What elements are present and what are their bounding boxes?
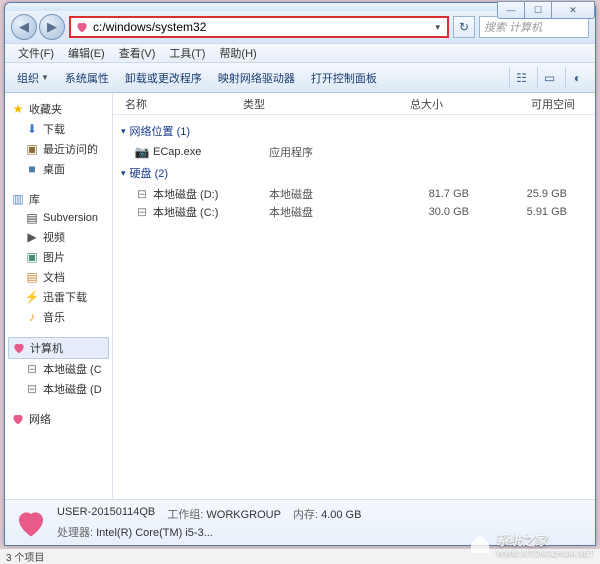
content-area: ▾网络位置 (1) 📷 ECap.exe 应用程序 ▾硬盘 (2) ⊟ 本地磁盘… [113, 115, 595, 499]
maximize-button[interactable]: ☐ [524, 1, 552, 19]
sidebar-item-pictures[interactable]: ▣图片 [5, 247, 112, 267]
view-options-button[interactable]: ☷ [509, 67, 533, 89]
group-hard-disk[interactable]: ▾硬盘 (2) [121, 161, 587, 185]
address-bar[interactable]: ▾ [69, 16, 449, 38]
star-icon: ★ [11, 102, 25, 116]
refresh-button[interactable]: ↻ [453, 16, 475, 38]
column-headers: 名称 类型 总大小 可用空间 [113, 93, 595, 115]
back-button[interactable]: ◀ [11, 14, 37, 40]
workgroup-label: 工作组: [167, 509, 203, 521]
minimize-button[interactable]: — [497, 1, 525, 19]
explorer-window: — ☐ ✕ ◀ ▶ ▾ ↻ 搜索 计算机 文件(F) 编辑(E) 查看(V) 工… [4, 2, 596, 546]
memory-value: 4.00 GB [321, 509, 361, 521]
col-totalsize[interactable]: 总大小 [353, 96, 473, 112]
toolbar: 组织▼ 系统属性 卸载或更改程序 映射网络驱动器 打开控制面板 ☷ ▭ ◐ [5, 63, 595, 93]
thunder-icon: ⚡ [25, 290, 39, 304]
uninstall-button[interactable]: 卸载或更改程序 [119, 68, 208, 88]
close-button[interactable]: ✕ [551, 1, 595, 19]
library-icon: ▥ [11, 192, 25, 206]
disk-icon: ⊟ [135, 205, 149, 219]
heart-icon [13, 505, 49, 541]
col-free[interactable]: 可用空间 [473, 96, 595, 112]
network-group[interactable]: 网络 [5, 409, 112, 429]
cpu-label: 处理器: [57, 527, 93, 539]
recent-icon: ▣ [25, 142, 39, 156]
computer-name: USER-20150114QB [57, 506, 155, 522]
map-drive-button[interactable]: 映射网络驱动器 [212, 68, 301, 88]
forward-button[interactable]: ▶ [39, 14, 65, 40]
sidebar-item-music[interactable]: ♪音乐 [5, 307, 112, 327]
item-ecap[interactable]: 📷 ECap.exe 应用程序 [121, 143, 587, 161]
menu-help[interactable]: 帮助(H) [212, 45, 263, 61]
chevron-down-icon: ▼ [41, 73, 49, 82]
sidebar-item-documents[interactable]: ▤文档 [5, 267, 112, 287]
desktop-icon: ■ [25, 162, 39, 176]
triangle-icon: ▾ [121, 168, 126, 179]
sidebar-item-videos[interactable]: ▶视频 [5, 227, 112, 247]
titlebar: — ☐ ✕ [5, 3, 595, 11]
sidebar-item-disk-d[interactable]: ⊟本地磁盘 (D [5, 379, 112, 399]
heart-icon [12, 341, 26, 355]
watermark: 系统之家 WWW.XITONGZHIJIA.NET [468, 530, 594, 558]
download-icon: ⬇ [25, 122, 39, 136]
camera-icon: 📷 [135, 145, 149, 159]
menu-view[interactable]: 查看(V) [112, 45, 163, 61]
menu-tools[interactable]: 工具(T) [162, 45, 212, 61]
picture-icon: ▣ [25, 250, 39, 264]
document-icon: ▤ [25, 270, 39, 284]
video-icon: ▶ [25, 230, 39, 244]
search-box[interactable]: 搜索 计算机 [479, 16, 589, 38]
address-input[interactable] [93, 20, 432, 34]
col-type[interactable]: 类型 [243, 96, 353, 112]
disk-icon: ⊟ [135, 187, 149, 201]
body: ★收藏夹 ⬇下载 ▣最近访问的 ■桌面 ▥库 ▤Subversion ▶视频 ▣… [5, 93, 595, 499]
triangle-icon: ▾ [121, 126, 126, 137]
menu-edit[interactable]: 编辑(E) [61, 45, 112, 61]
search-placeholder: 搜索 计算机 [484, 19, 542, 35]
house-icon [468, 532, 492, 556]
workgroup-value: WORKGROUP [206, 509, 281, 521]
memory-label: 内存: [293, 509, 318, 521]
heart-icon [75, 20, 89, 34]
disk-icon: ⊟ [25, 362, 39, 376]
item-disk-c[interactable]: ⊟ 本地磁盘 (C:) 本地磁盘 30.0 GB 5.91 GB [121, 203, 587, 221]
menubar: 文件(F) 编辑(E) 查看(V) 工具(T) 帮助(H) [5, 43, 595, 63]
watermark-url: WWW.XITONGZHIJIA.NET [496, 549, 594, 558]
item-count: 3 个项目 [6, 549, 44, 564]
sidebar-item-downloads[interactable]: ⬇下载 [5, 119, 112, 139]
item-disk-d[interactable]: ⊟ 本地磁盘 (D:) 本地磁盘 81.7 GB 25.9 GB [121, 185, 587, 203]
col-name[interactable]: 名称 [113, 96, 243, 112]
organize-button[interactable]: 组织▼ [11, 68, 55, 88]
sidebar-item-thunder[interactable]: ⚡迅雷下载 [5, 287, 112, 307]
heart-icon [11, 412, 25, 426]
window-controls: — ☐ ✕ [498, 1, 595, 19]
control-panel-button[interactable]: 打开控制面板 [305, 68, 383, 88]
nav-pane: ★收藏夹 ⬇下载 ▣最近访问的 ■桌面 ▥库 ▤Subversion ▶视频 ▣… [5, 93, 113, 499]
disk-icon: ⊟ [25, 382, 39, 396]
preview-pane-button[interactable]: ▭ [537, 67, 561, 89]
sidebar-item-desktop[interactable]: ■桌面 [5, 159, 112, 179]
favorites-group[interactable]: ★收藏夹 [5, 99, 112, 119]
sidebar-item-subversion[interactable]: ▤Subversion [5, 209, 112, 227]
libraries-group[interactable]: ▥库 [5, 189, 112, 209]
sidebar-item-recent[interactable]: ▣最近访问的 [5, 139, 112, 159]
watermark-title: 系统之家 [496, 530, 594, 549]
help-button[interactable]: ◐ [565, 67, 589, 89]
folder-icon: ▤ [25, 211, 39, 225]
computer-group[interactable]: 计算机 [8, 337, 109, 359]
system-props-button[interactable]: 系统属性 [59, 68, 115, 88]
file-list: 名称 类型 总大小 可用空间 ▾网络位置 (1) 📷 ECap.exe 应用程序… [113, 93, 595, 499]
cpu-value: Intel(R) Core(TM) i5-3... [96, 527, 213, 539]
menu-file[interactable]: 文件(F) [11, 45, 61, 61]
music-icon: ♪ [25, 310, 39, 324]
sidebar-item-disk-c[interactable]: ⊟本地磁盘 (C [5, 359, 112, 379]
address-dropdown-icon[interactable]: ▾ [432, 22, 443, 33]
nav-buttons: ◀ ▶ [11, 14, 65, 40]
group-network-location[interactable]: ▾网络位置 (1) [121, 119, 587, 143]
